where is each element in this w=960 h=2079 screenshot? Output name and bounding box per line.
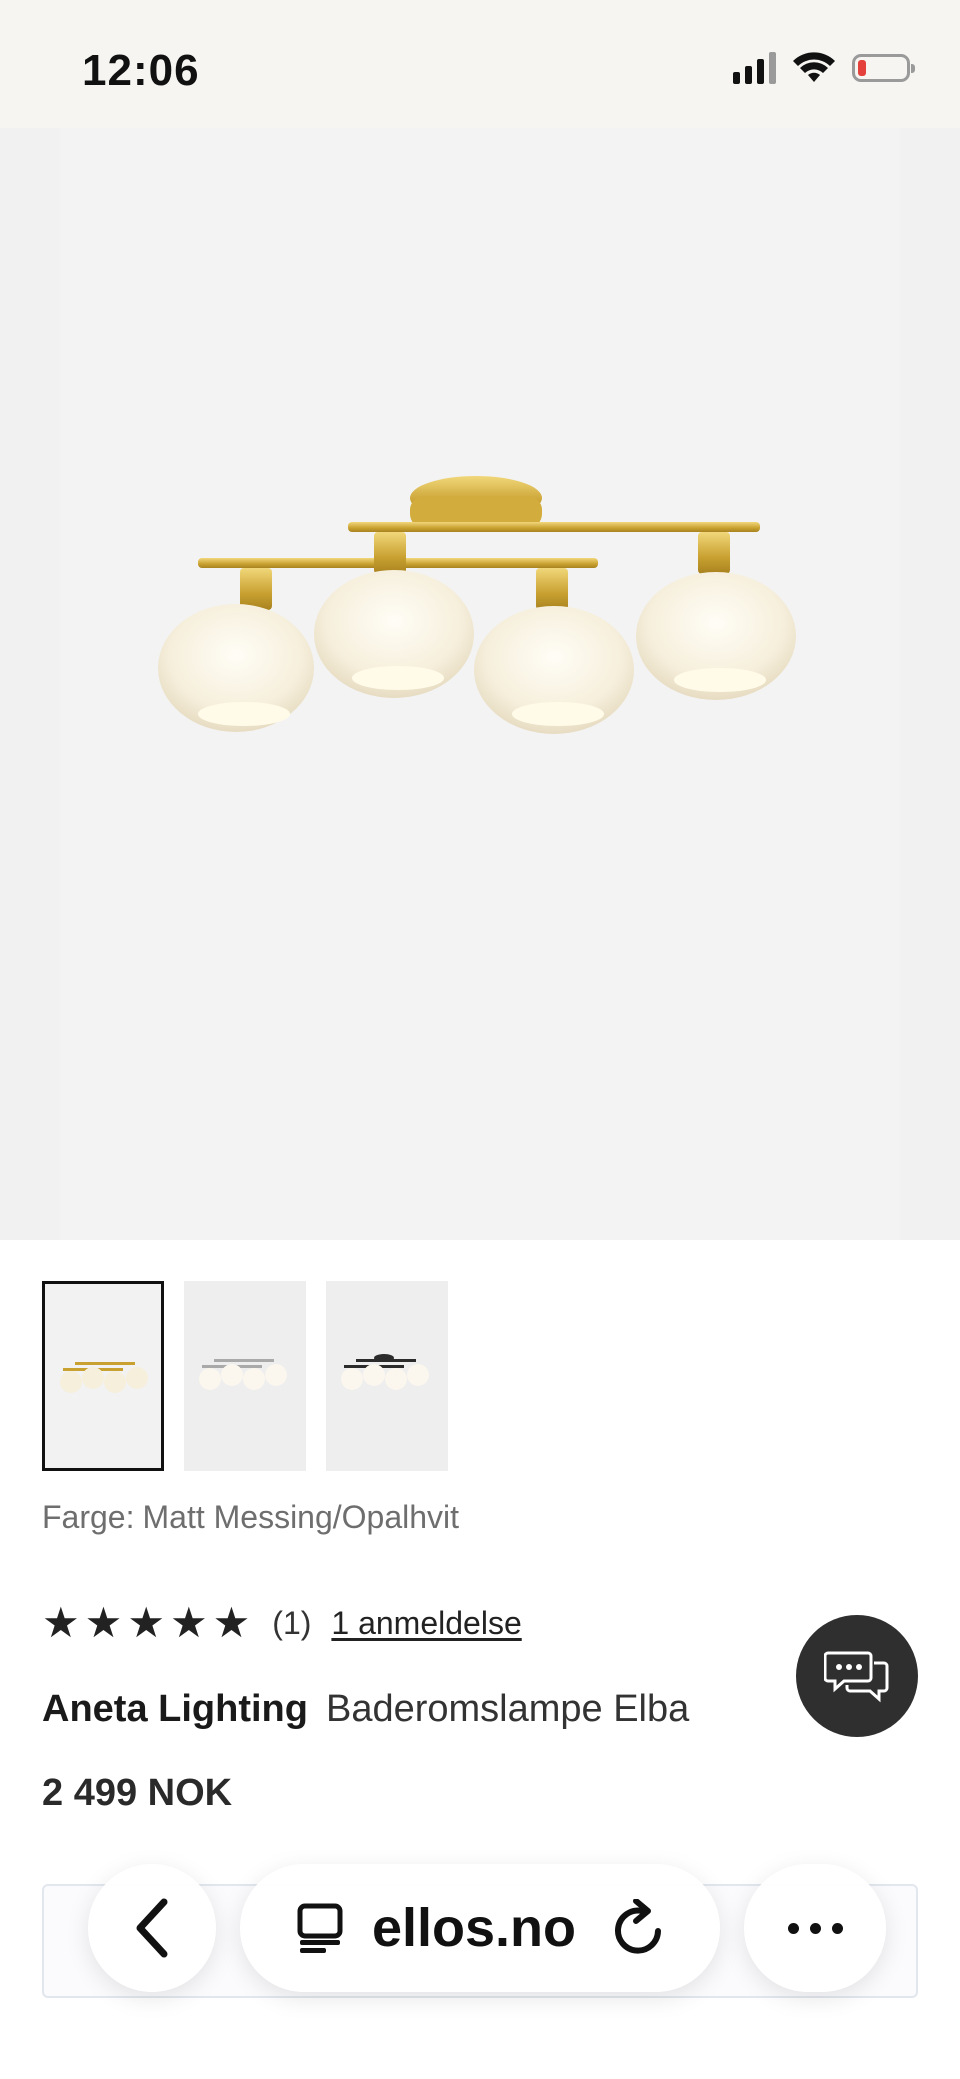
product-name: Baderomslampe Elba: [325, 1688, 690, 1730]
star-icon: ★: [127, 1599, 165, 1646]
signal-icon: [733, 52, 776, 84]
clock: 12:06: [82, 46, 200, 95]
star-icon: ★: [212, 1599, 251, 1646]
back-button[interactable]: [88, 1864, 216, 1992]
star-icon: ★: [84, 1599, 123, 1646]
battery-low-icon: [852, 54, 915, 82]
status-bar: 12:06: [0, 0, 960, 128]
star-icon: ★: [42, 1599, 80, 1646]
more-button[interactable]: [744, 1864, 886, 1992]
lamp-chrome-thumb: [199, 1359, 287, 1390]
status-icons: [733, 52, 915, 84]
reviews-link[interactable]: 1 anmeldelse: [331, 1605, 521, 1642]
thumbnail-strip: [42, 1281, 448, 1471]
address-bar[interactable]: ellos.no: [240, 1864, 720, 1992]
thumbnail-black[interactable]: [326, 1281, 448, 1471]
color-value: Matt Messing/Opalhvit: [142, 1499, 460, 1535]
chat-button[interactable]: [796, 1615, 918, 1737]
wifi-icon: [793, 52, 835, 82]
ceiling-lamp-image: [158, 476, 796, 734]
url-text[interactable]: ellos.no: [372, 1897, 576, 1959]
product-price: 2 499 NOK: [42, 1772, 233, 1814]
product-main-image[interactable]: [0, 128, 960, 1240]
lamp-black-thumb: [341, 1354, 429, 1390]
color-selection-text: Farge: Matt Messing/Opalhvit: [42, 1499, 459, 1536]
star-icon: ★: [169, 1599, 208, 1646]
rating-count: (1): [272, 1604, 312, 1641]
lamp-brass-thumb: [60, 1362, 148, 1393]
rating-row: ★ ★ ★ ★ ★ (1) 1 anmeldelse: [42, 1602, 522, 1644]
back-icon: [136, 1898, 168, 1958]
product-title: Aneta Lighting Baderomslampe Elba: [42, 1688, 689, 1731]
thumbnail-brass[interactable]: [42, 1281, 164, 1471]
browser-toolbar: ellos.no: [0, 1854, 960, 2079]
color-label: Farge:: [42, 1499, 135, 1535]
more-icon: [787, 1922, 843, 1934]
chat-bubbles-icon: [824, 1651, 889, 1703]
star-rating: ★ ★ ★ ★ ★: [42, 1602, 250, 1644]
tabs-icon[interactable]: [294, 1902, 346, 1954]
brand-name[interactable]: Aneta Lighting: [42, 1688, 308, 1730]
thumbnail-chrome[interactable]: [184, 1281, 306, 1471]
reload-icon[interactable]: [612, 1899, 666, 1957]
